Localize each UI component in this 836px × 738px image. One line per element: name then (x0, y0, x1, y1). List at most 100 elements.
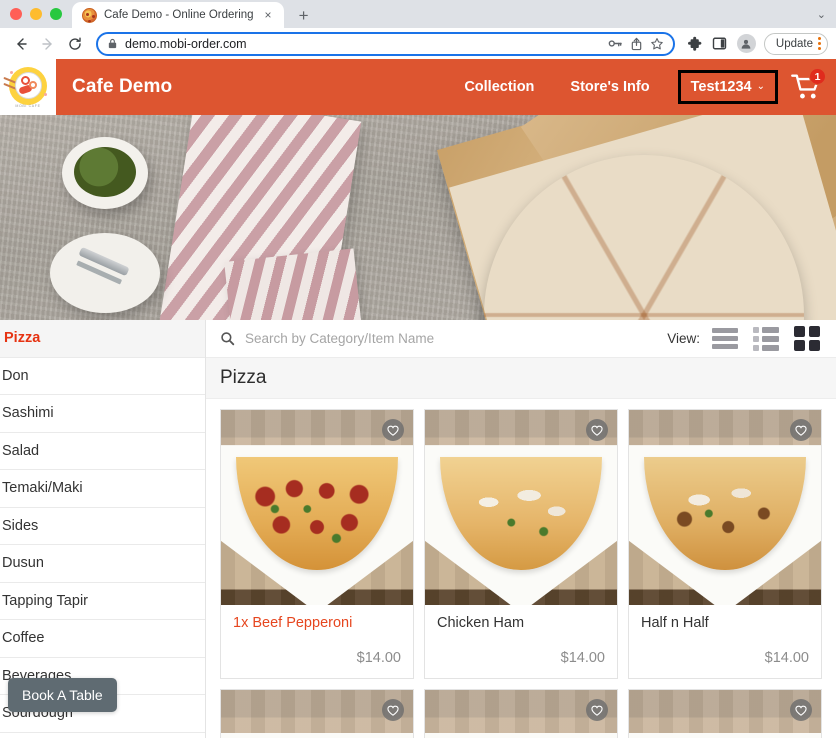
product-name: Half n Half (641, 615, 709, 631)
product-card[interactable] (424, 689, 618, 738)
sidebar-item-salad[interactable]: Salad (0, 433, 205, 470)
sidebar-item-dusun[interactable]: Dusun (0, 545, 205, 583)
puzzle-icon[interactable] (683, 31, 707, 57)
product-card[interactable] (628, 689, 822, 738)
update-label: Update (775, 37, 813, 50)
site-logo[interactable]: MOBI CAFE (0, 59, 56, 115)
close-window-button[interactable] (10, 8, 22, 20)
favorite-heart-icon[interactable] (382, 419, 404, 441)
profile-avatar-icon[interactable] (736, 34, 756, 53)
search-toolbar: View: (206, 320, 836, 358)
sidebar-item-label: Dusun (2, 555, 44, 572)
three-dot-menu-icon[interactable] (818, 37, 821, 50)
sidebar-item-label: Salad (2, 442, 40, 459)
sidebar-item-label: Sashimi (2, 405, 54, 422)
product-info: 1x Beef Pepperoni $14.00 (221, 605, 413, 678)
back-arrow-icon[interactable] (8, 31, 34, 57)
hero-banner (0, 115, 836, 320)
page-title: Pizza (220, 367, 267, 388)
cart-count-badge: 1 (809, 68, 826, 85)
striped-napkin-fold (224, 248, 362, 320)
list-view-icon[interactable] (712, 328, 738, 349)
logo-caption: MOBI CAFE (15, 104, 41, 108)
share-icon[interactable] (630, 37, 643, 51)
product-row (220, 689, 822, 738)
key-icon[interactable] (608, 37, 623, 50)
sidebar-item-label: Don (2, 367, 29, 384)
product-image (629, 690, 821, 738)
grid-view-icon[interactable] (794, 326, 820, 351)
tab-strip: Cafe Demo - Online Ordering × + ⌄ (0, 0, 836, 28)
page-content: Pizza Don Sashimi Salad Temaki/Maki Side… (0, 320, 836, 738)
lock-icon (107, 38, 118, 49)
product-main-panel: View: Pizza (206, 320, 836, 738)
url-text: demo.mobi-order.com (125, 36, 247, 51)
sidebar-item-label: Coffee (2, 630, 45, 647)
herb-bowl (62, 137, 148, 209)
sidebar-item-pizza[interactable]: Pizza (0, 320, 205, 358)
product-info: Chicken Ham $14.00 (425, 605, 617, 678)
site-header: MOBI CAFE Cafe Demo Collection Store's I… (0, 59, 836, 115)
side-panel-icon[interactable] (708, 31, 732, 57)
sidebar-item-label: Tapping Tapir (2, 592, 88, 609)
pizza-favicon (82, 7, 97, 23)
product-card[interactable]: 1x Beef Pepperoni $14.00 (220, 409, 414, 679)
minimize-window-button[interactable] (30, 8, 42, 20)
maximize-window-button[interactable] (50, 8, 62, 20)
search-icon (220, 331, 235, 346)
product-name: 1x Beef Pepperoni (233, 615, 353, 631)
product-image (629, 410, 821, 605)
favorite-heart-icon[interactable] (382, 699, 404, 721)
favorite-heart-icon[interactable] (586, 699, 608, 721)
product-image (425, 410, 617, 605)
favorite-heart-icon[interactable] (790, 699, 812, 721)
product-price: $14.00 (356, 650, 401, 666)
cutlery-plate (50, 233, 160, 313)
product-card[interactable]: Chicken Ham $14.00 (424, 409, 618, 679)
update-button[interactable]: Update (763, 32, 828, 55)
sidebar-item-tapping-tapir[interactable]: Tapping Tapir (0, 583, 205, 620)
product-card[interactable]: Half n Half $14.00 (628, 409, 822, 679)
brand-title: Cafe Demo (72, 76, 173, 97)
header-nav: Collection Store's Info Test1234 ⌄ 1 (446, 68, 836, 104)
cart-button[interactable]: 1 (790, 68, 826, 104)
address-bar[interactable]: demo.mobi-order.com (96, 31, 675, 56)
favorite-heart-icon[interactable] (586, 419, 608, 441)
sidebar-item-temaki-maki[interactable]: Temaki/Maki (0, 470, 205, 508)
product-image (221, 410, 413, 605)
product-image (221, 690, 413, 738)
product-info: Half n Half $14.00 (629, 605, 821, 678)
sidebar-item-coffee[interactable]: Coffee (0, 620, 205, 658)
product-image (425, 690, 617, 738)
user-name-label: Test1234 (690, 79, 752, 95)
window-traffic-lights (8, 0, 72, 28)
star-icon[interactable] (650, 37, 664, 51)
product-card[interactable] (220, 689, 414, 738)
view-label: View: (667, 331, 700, 346)
nav-link-stores-info[interactable]: Store's Info (552, 79, 667, 95)
sushi-plate-logo-icon: MOBI CAFE (3, 63, 52, 111)
sidebar-item-don[interactable]: Don (0, 358, 205, 395)
favorite-heart-icon[interactable] (790, 419, 812, 441)
user-account-menu[interactable]: Test1234 ⌄ (677, 70, 778, 104)
new-tab-button[interactable]: + (291, 2, 317, 28)
product-price: $14.00 (764, 650, 809, 666)
tab-list-chevron-icon[interactable]: ⌄ (817, 0, 826, 28)
product-price: $14.00 (560, 650, 605, 666)
sidebar-item-sides[interactable]: Sides (0, 508, 205, 545)
view-toggle-group (712, 326, 820, 351)
product-name: Chicken Ham (437, 615, 525, 631)
forward-arrow-icon[interactable] (35, 31, 61, 57)
sidebar-item-sashimi[interactable]: Sashimi (0, 395, 205, 433)
section-header: Pizza (206, 358, 836, 399)
reload-icon[interactable] (62, 31, 88, 57)
product-row: 1x Beef Pepperoni $14.00 Chicken Ham $14… (220, 409, 822, 679)
close-icon[interactable]: × (261, 8, 276, 23)
browser-chrome: Cafe Demo - Online Ordering × + ⌄ demo.m… (0, 0, 836, 59)
tab-title: Cafe Demo - Online Ordering (104, 9, 254, 21)
list-thumbnail-view-icon[interactable] (753, 326, 779, 351)
book-a-table-button[interactable]: Book A Table (8, 678, 117, 712)
search-input[interactable] (245, 331, 668, 346)
browser-tab[interactable]: Cafe Demo - Online Ordering × (72, 2, 284, 28)
nav-link-collection[interactable]: Collection (446, 79, 552, 95)
